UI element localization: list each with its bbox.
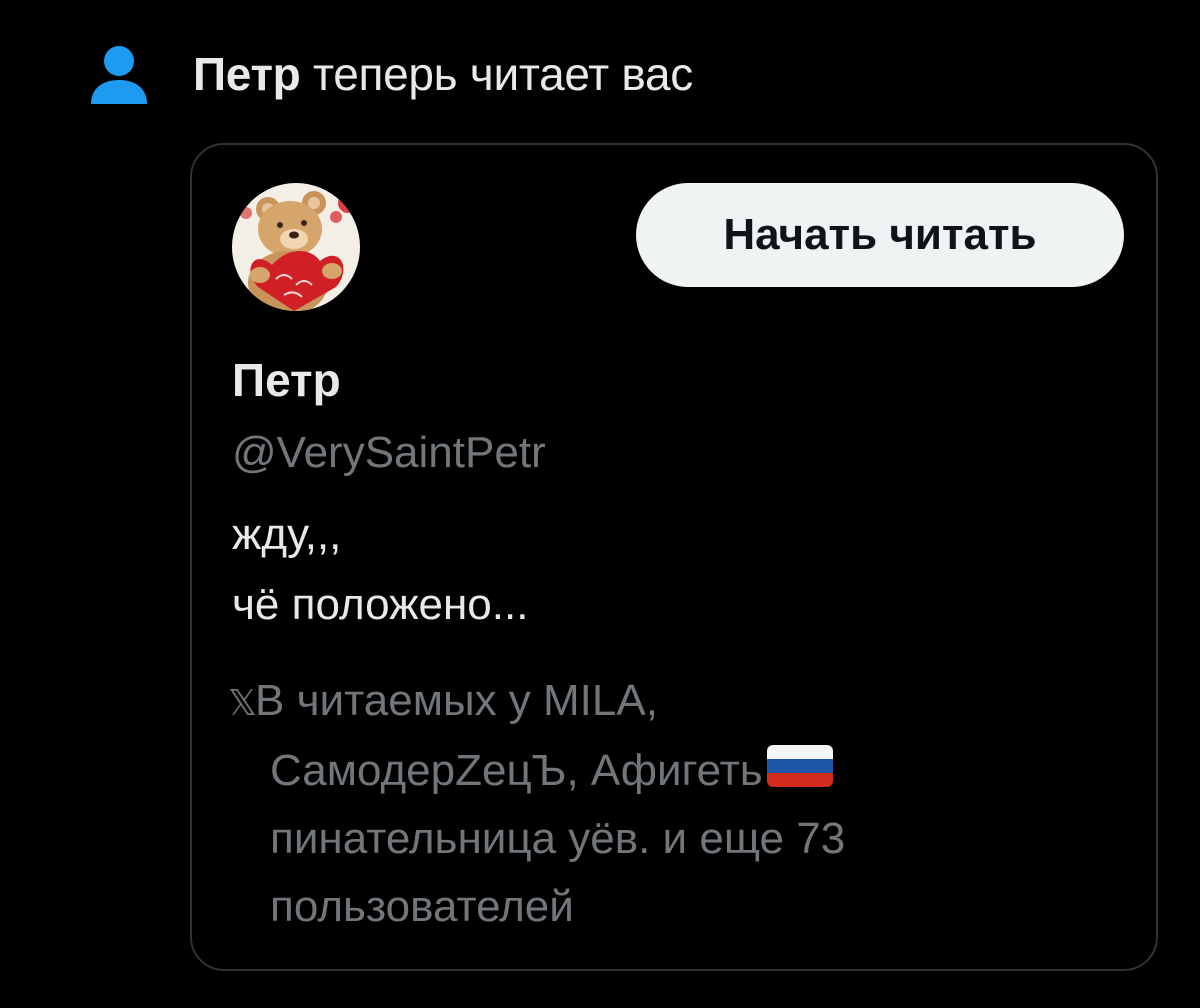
notification-action-text: теперь читает вас: [300, 48, 694, 100]
follow-button[interactable]: Начать читать: [636, 183, 1124, 287]
followed-by-info[interactable]: 𝕏В читаемых у MILA, СамодерZецЪ, Афигеть…: [228, 667, 1108, 941]
followed-by-line: СамодерZецЪ, Афигеть: [270, 746, 763, 795]
notification-user-name[interactable]: Петр: [193, 48, 301, 100]
x-logo-icon: 𝕏: [228, 682, 257, 723]
russia-flag-icon: [765, 741, 835, 791]
followed-by-line: пинательница уёв. и еще 73: [270, 814, 846, 863]
bio-line: жду,,,: [232, 510, 342, 559]
avatar[interactable]: [232, 183, 360, 311]
followed-by-line: В читаемых у MILA,: [255, 676, 658, 725]
display-name[interactable]: Петр: [232, 350, 341, 410]
user-handle[interactable]: @VerySaintPetr: [232, 423, 546, 483]
person-icon: [88, 44, 150, 106]
notification-text: Петр теперь читает вас: [193, 44, 693, 104]
bio-line: чё положено...: [232, 580, 529, 629]
profile-card[interactable]: Начать читать Петр @VerySaintPetr жду,,,…: [190, 143, 1158, 971]
followed-by-line: пользователей: [270, 882, 574, 931]
teddy-bear-avatar-image: [232, 183, 360, 311]
bio: жду,,, чё положено...: [232, 500, 528, 640]
